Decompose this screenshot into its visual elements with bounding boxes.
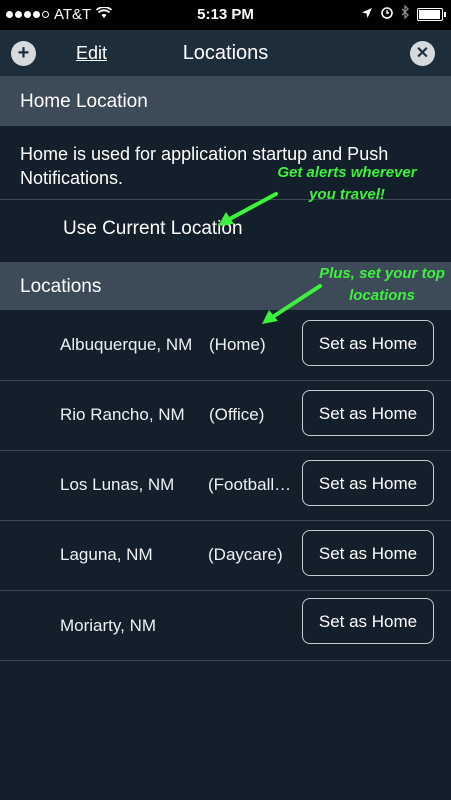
location-name: Moriarty, NM bbox=[60, 616, 157, 635]
location-tag: (Football… bbox=[208, 475, 292, 494]
location-name: Albuquerque, NM bbox=[60, 335, 193, 354]
bluetooth-icon bbox=[401, 4, 410, 23]
annotation-top-locations: Plus, set your top locations bbox=[319, 265, 445, 304]
home-location-header-label: Home Location bbox=[20, 91, 148, 112]
location-tag: (Office) bbox=[209, 405, 265, 424]
nav-bar: + Edit Locations ✕ bbox=[0, 30, 451, 76]
location-name: Laguna, NM bbox=[60, 545, 153, 564]
location-arrow-icon bbox=[361, 6, 373, 23]
close-icon[interactable]: ✕ bbox=[410, 41, 435, 66]
alarm-icon bbox=[380, 5, 394, 23]
annotation-arrow-icon bbox=[262, 284, 322, 324]
locations-header-label: Locations bbox=[20, 276, 102, 297]
location-name: Rio Rancho, NM bbox=[60, 405, 185, 424]
set-as-home-button[interactable]: Set as Home bbox=[302, 390, 434, 436]
status-right bbox=[361, 4, 446, 23]
location-row[interactable]: Moriarty, NM Set as Home bbox=[0, 590, 451, 661]
location-row[interactable]: Rio Rancho, NM (Office) Set as Home bbox=[0, 380, 451, 451]
annotation-alerts: Get alerts wherever you travel! bbox=[277, 164, 417, 203]
location-row[interactable]: Albuquerque, NM (Home) Set as Home bbox=[0, 310, 451, 381]
location-tag: (Daycare) bbox=[208, 545, 283, 564]
set-as-home-button[interactable]: Set as Home bbox=[302, 460, 434, 506]
location-row[interactable]: Laguna, NM (Daycare) Set as Home bbox=[0, 520, 451, 591]
set-as-home-button[interactable]: Set as Home bbox=[302, 530, 434, 576]
annotation-arrow-icon bbox=[218, 192, 278, 226]
page-title: Locations bbox=[182, 42, 269, 64]
location-tag: (Home) bbox=[209, 335, 266, 354]
battery-icon bbox=[417, 7, 446, 21]
home-location-header: Home Location bbox=[0, 76, 451, 126]
status-bar: AT&T 5:13 PM bbox=[0, 0, 451, 30]
location-name: Los Lunas, NM bbox=[60, 475, 175, 494]
location-row[interactable]: Los Lunas, NM (Football… Set as Home bbox=[0, 450, 451, 521]
set-as-home-button[interactable]: Set as Home bbox=[302, 598, 434, 644]
